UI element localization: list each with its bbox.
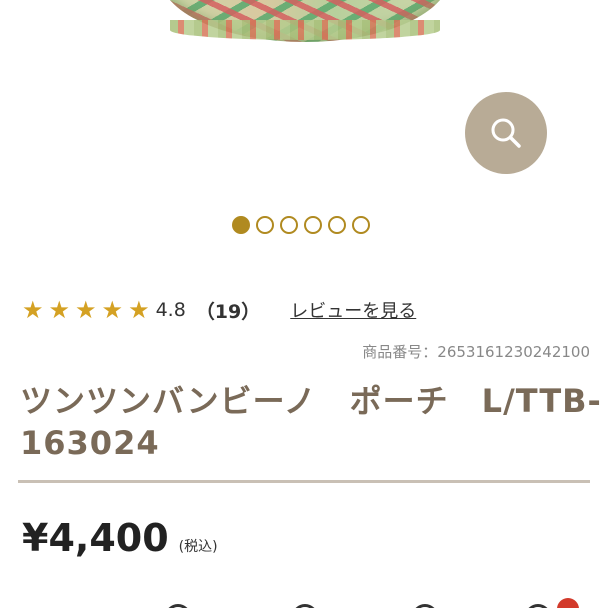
star-icon: ★ <box>48 296 71 324</box>
bottom-nav <box>0 596 608 608</box>
product-number: 商品番号：2653161230242100 <box>362 343 590 361</box>
star-icon: ★ <box>128 296 150 324</box>
gallery-dot[interactable] <box>352 216 370 234</box>
zoom-button[interactable] <box>465 92 547 174</box>
nav-icon[interactable] <box>292 604 318 608</box>
magnifier-icon <box>491 118 521 148</box>
star-icon: ★ <box>75 296 97 324</box>
product-title-line: 163024 <box>20 424 160 462</box>
divider <box>18 480 590 483</box>
gallery-dot[interactable] <box>232 216 250 234</box>
view-reviews-link[interactable]: レビューを見る <box>290 297 416 323</box>
rating-value: 4.8 <box>155 299 186 321</box>
rating-row: ★ ★ ★ ★ ★ 4.8 （19） レビューを見る <box>22 296 416 324</box>
review-count: （19） <box>195 300 261 323</box>
price: ¥4,400 <box>22 516 169 560</box>
gallery-dot[interactable] <box>328 216 346 234</box>
nav-icon[interactable] <box>412 604 438 608</box>
star-icon: ★ <box>22 296 44 324</box>
product-title: ツンツンバンビーノ ポーチ L/TTB- 163024 <box>20 380 602 464</box>
product-title-line: ツンツンバンビーノ ポーチ L/TTB- <box>20 382 602 420</box>
star-icon: ★ <box>101 296 124 324</box>
nav-icon[interactable] <box>165 604 191 608</box>
gallery-dot[interactable] <box>256 216 274 234</box>
pouch-photo-base <box>170 20 440 40</box>
price-row: ¥4,400 (税込) <box>22 516 218 560</box>
rating-stars: ★ ★ ★ ★ ★ <box>22 298 150 322</box>
gallery-pagination <box>232 216 370 234</box>
gallery-dot[interactable] <box>280 216 298 234</box>
gallery-dot[interactable] <box>304 216 322 234</box>
cart-icon[interactable] <box>525 604 551 608</box>
tax-note: (税込) <box>178 539 218 555</box>
